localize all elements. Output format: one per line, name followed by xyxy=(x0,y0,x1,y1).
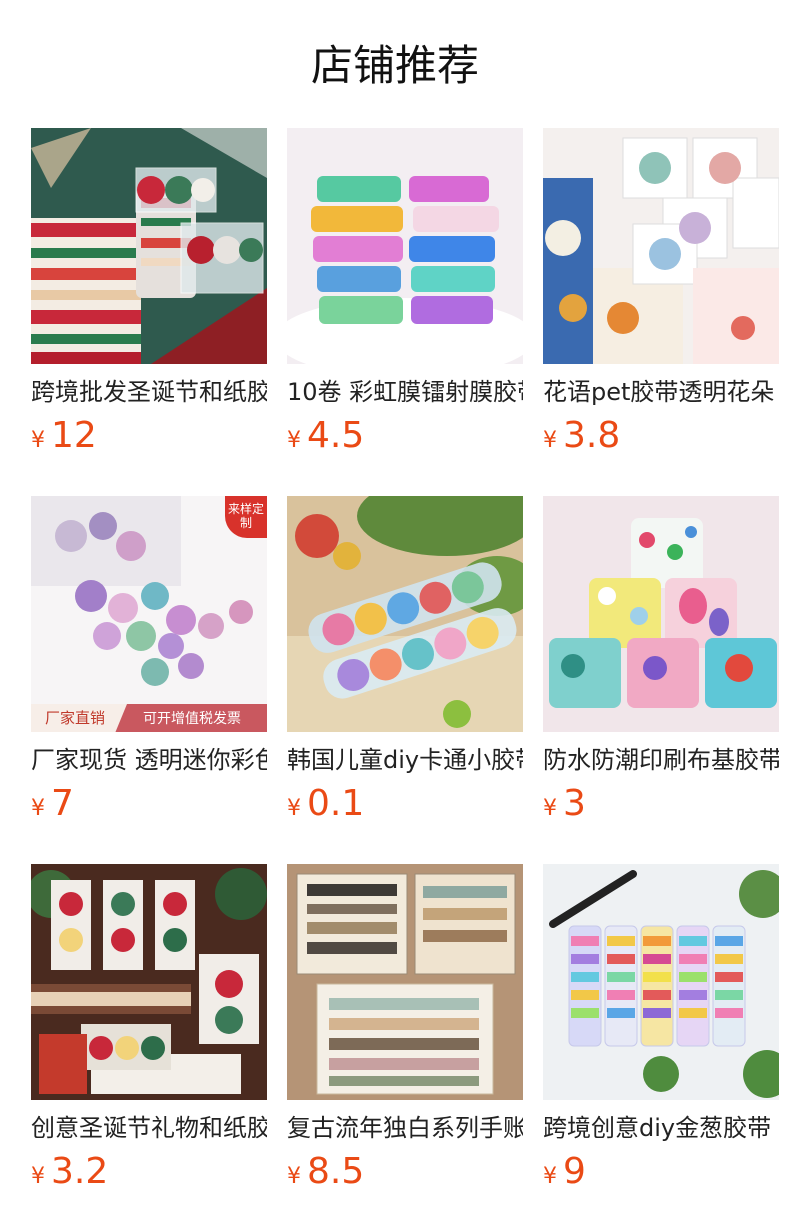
product-price: ¥8.5 xyxy=(287,1150,523,1200)
product-image[interactable] xyxy=(287,864,523,1100)
price-value: 3.8 xyxy=(563,415,621,456)
product-image[interactable] xyxy=(543,496,779,732)
product-card[interactable]: 创意圣诞节礼物和纸胶带 ¥3.2 xyxy=(31,864,267,1204)
price-value: 7 xyxy=(51,783,74,824)
promo-label-right: 可开增值税发票 xyxy=(143,711,241,727)
product-price: ¥0.1 xyxy=(287,782,523,832)
currency-symbol: ¥ xyxy=(287,1164,301,1189)
product-card[interactable]: 跨境批发圣诞节和纸胶带套装 ¥12 xyxy=(31,128,267,468)
promo-label-left: 厂家直销 xyxy=(31,704,127,732)
product-price: ¥12 xyxy=(31,414,267,464)
price-value: 12 xyxy=(51,415,97,456)
product-price: ¥3.8 xyxy=(543,414,779,464)
product-card[interactable]: 防水防潮印刷布基胶带 ¥3 xyxy=(543,496,779,836)
product-card[interactable]: 来样定制 厂家直销 可开增值税发票 厂家现货 透明迷你彩色胶带 ¥7 xyxy=(31,496,267,836)
product-image[interactable]: 来样定制 厂家直销 可开增值税发票 xyxy=(31,496,267,732)
currency-symbol: ¥ xyxy=(31,428,45,453)
product-card[interactable]: 跨境创意diy金葱胶带 ¥9 xyxy=(543,864,779,1204)
product-name[interactable]: 韩国儿童diy卡通小胶带 xyxy=(287,744,523,776)
product-image[interactable] xyxy=(543,864,779,1100)
price-value: 8.5 xyxy=(307,1151,365,1192)
product-price: ¥9 xyxy=(543,1150,779,1200)
product-name[interactable]: 花语pet胶带透明花朵 xyxy=(543,376,779,408)
product-name[interactable]: 创意圣诞节礼物和纸胶带 xyxy=(31,1112,267,1144)
product-name[interactable]: 复古流年独白系列手账胶带 xyxy=(287,1112,523,1144)
promo-bar: 厂家直销 可开增值税发票 xyxy=(31,704,267,732)
product-image[interactable] xyxy=(287,128,523,364)
price-value: 4.5 xyxy=(307,415,365,456)
product-price: ¥4.5 xyxy=(287,414,523,464)
product-price: ¥3.2 xyxy=(31,1150,267,1200)
currency-symbol: ¥ xyxy=(31,796,45,821)
product-card[interactable]: 10卷 彩虹膜镭射膜胶带 ¥4.5 xyxy=(287,128,523,468)
currency-symbol: ¥ xyxy=(31,1164,45,1189)
product-grid: 跨境批发圣诞节和纸胶带套装 ¥12 xyxy=(31,128,790,1228)
product-image[interactable] xyxy=(287,496,523,732)
product-image[interactable] xyxy=(31,128,267,364)
price-value: 3.2 xyxy=(51,1151,109,1192)
currency-symbol: ¥ xyxy=(543,796,557,821)
product-name[interactable]: 跨境创意diy金葱胶带 xyxy=(543,1112,779,1144)
currency-symbol: ¥ xyxy=(287,796,301,821)
price-value: 9 xyxy=(563,1151,586,1192)
product-card[interactable]: 花语pet胶带透明花朵 ¥3.8 xyxy=(543,128,779,468)
currency-symbol: ¥ xyxy=(543,428,557,453)
custom-sample-badge: 来样定制 xyxy=(225,496,267,538)
product-name[interactable]: 跨境批发圣诞节和纸胶带套装 xyxy=(31,376,267,408)
product-image[interactable] xyxy=(543,128,779,364)
product-price: ¥7 xyxy=(31,782,267,832)
currency-symbol: ¥ xyxy=(543,1164,557,1189)
product-card[interactable]: 复古流年独白系列手账胶带 ¥8.5 xyxy=(287,864,523,1204)
price-value: 0.1 xyxy=(307,783,365,824)
product-card[interactable]: 韩国儿童diy卡通小胶带 ¥0.1 xyxy=(287,496,523,836)
product-name[interactable]: 防水防潮印刷布基胶带 xyxy=(543,744,779,776)
currency-symbol: ¥ xyxy=(287,428,301,453)
section-title: 店铺推荐 xyxy=(310,41,479,90)
product-price: ¥3 xyxy=(543,782,779,832)
product-name[interactable]: 厂家现货 透明迷你彩色胶带 xyxy=(31,744,267,776)
price-value: 3 xyxy=(563,783,586,824)
product-name[interactable]: 10卷 彩虹膜镭射膜胶带 xyxy=(287,376,523,408)
product-image[interactable] xyxy=(31,864,267,1100)
